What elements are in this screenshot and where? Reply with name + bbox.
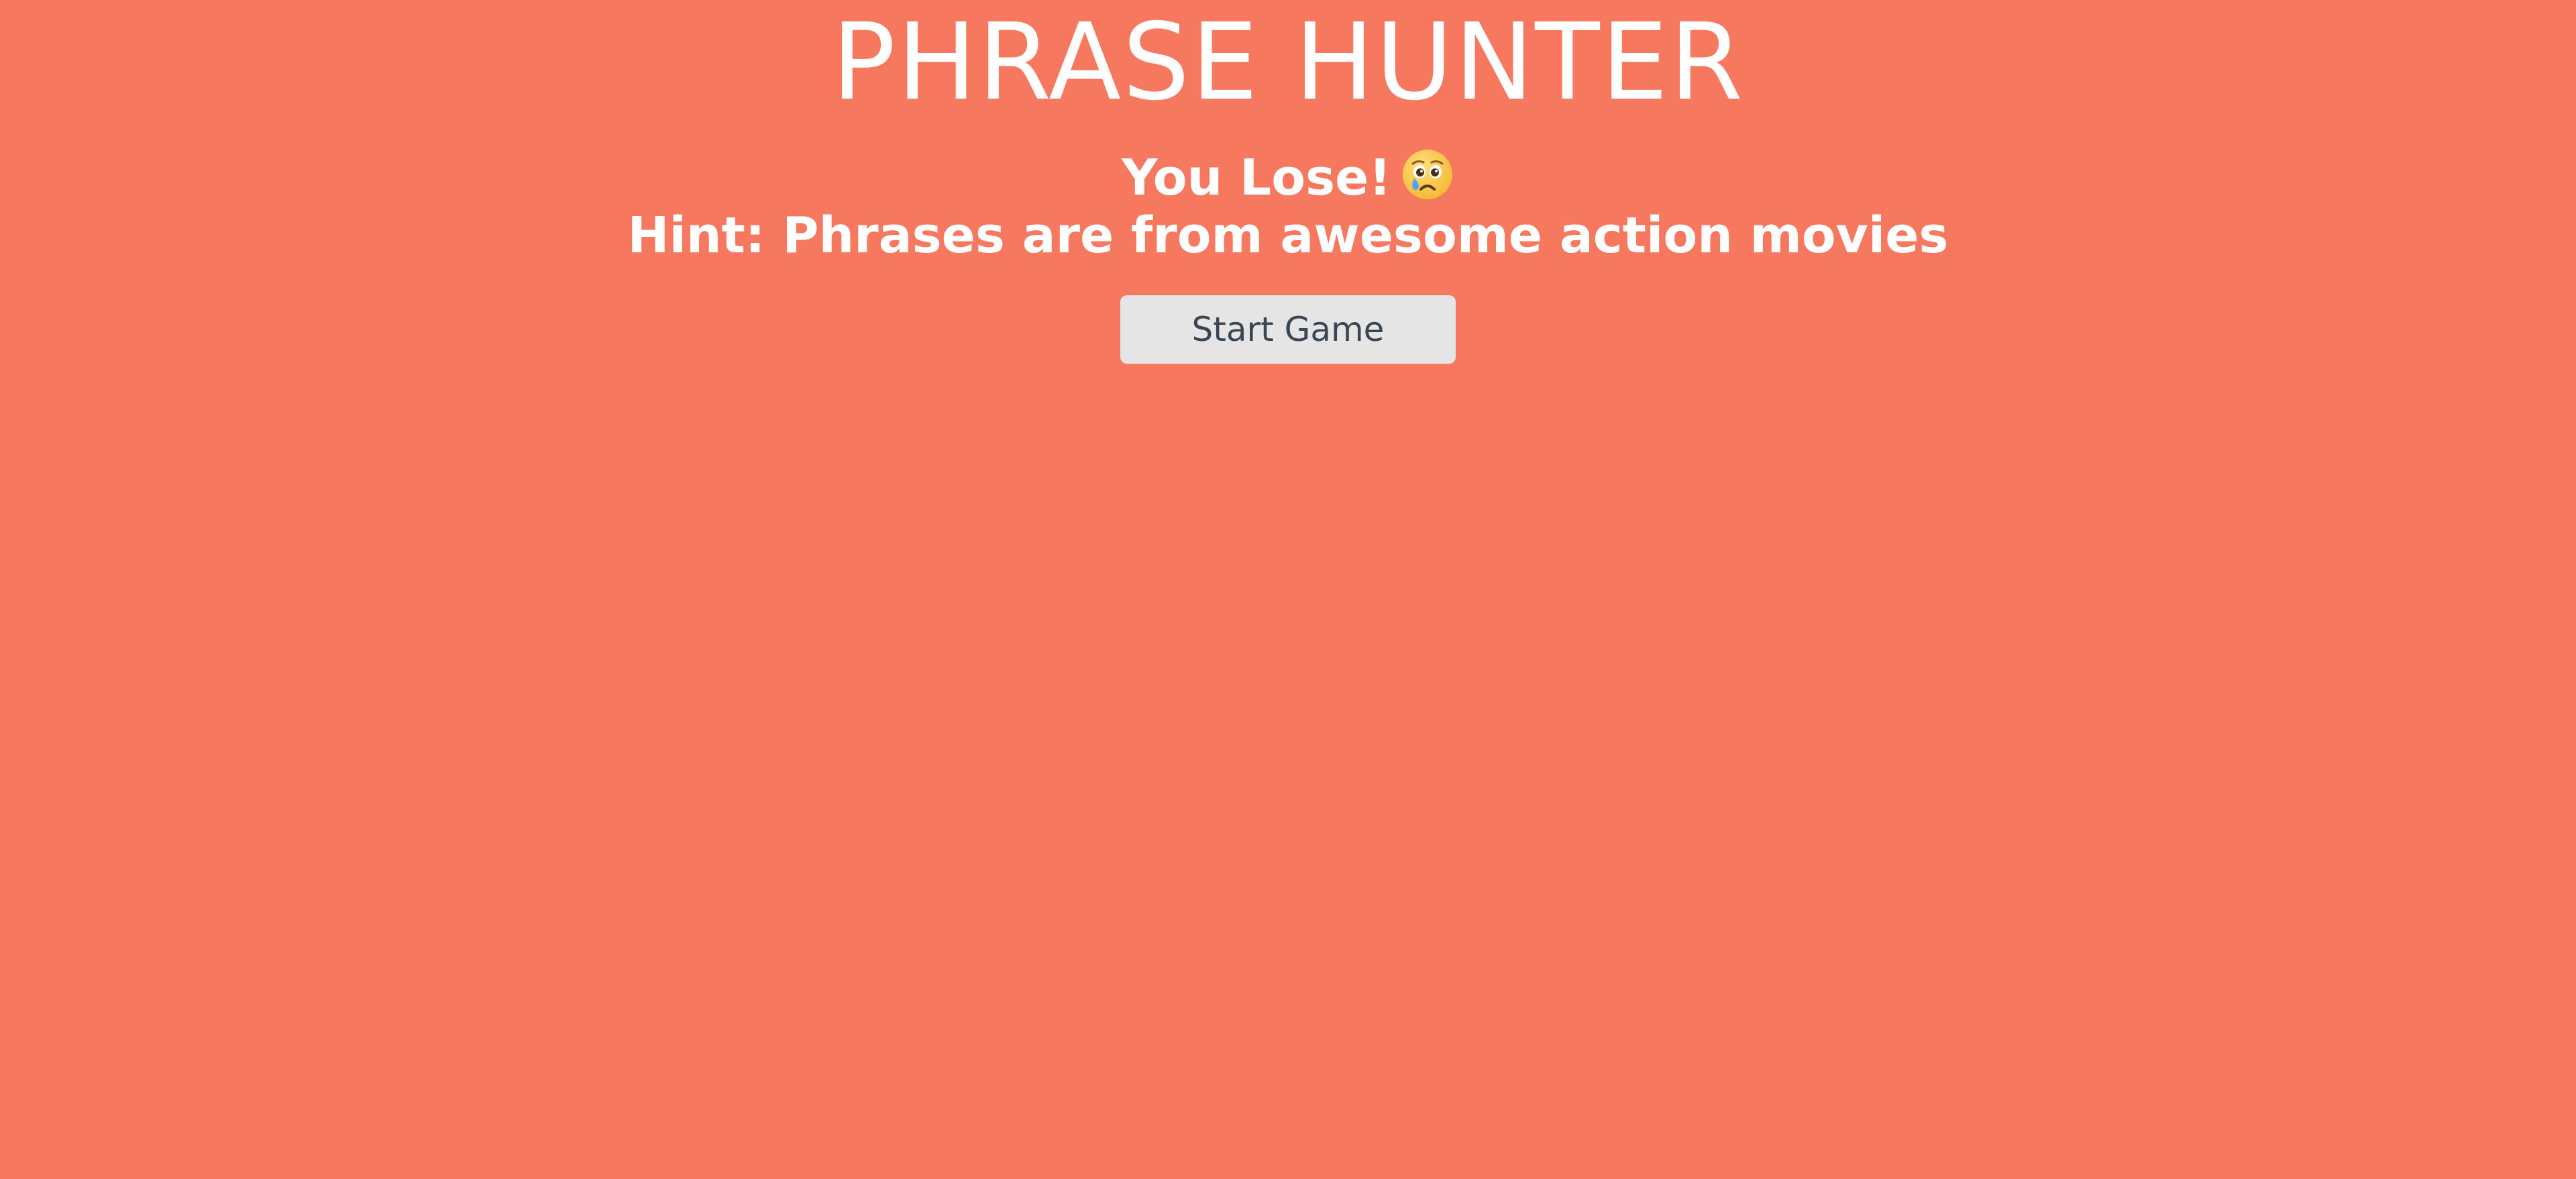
start-game-button[interactable]: Start Game xyxy=(1120,295,1456,364)
game-over-message: You Lose! Hint: Phrases are from awesome… xyxy=(0,148,2576,264)
hint-text: Hint: Phrases are from awesome action mo… xyxy=(627,207,1949,264)
game-title: PHRASE HUNTER xyxy=(831,1,1745,124)
result-text: You Lose! xyxy=(1121,149,1392,207)
result-line: You Lose! xyxy=(0,148,2576,207)
game-overlay: PHRASE HUNTER You Lose! Hint: Phrases ar… xyxy=(0,0,2576,1179)
sad-face-with-tear-icon xyxy=(1403,150,1453,199)
